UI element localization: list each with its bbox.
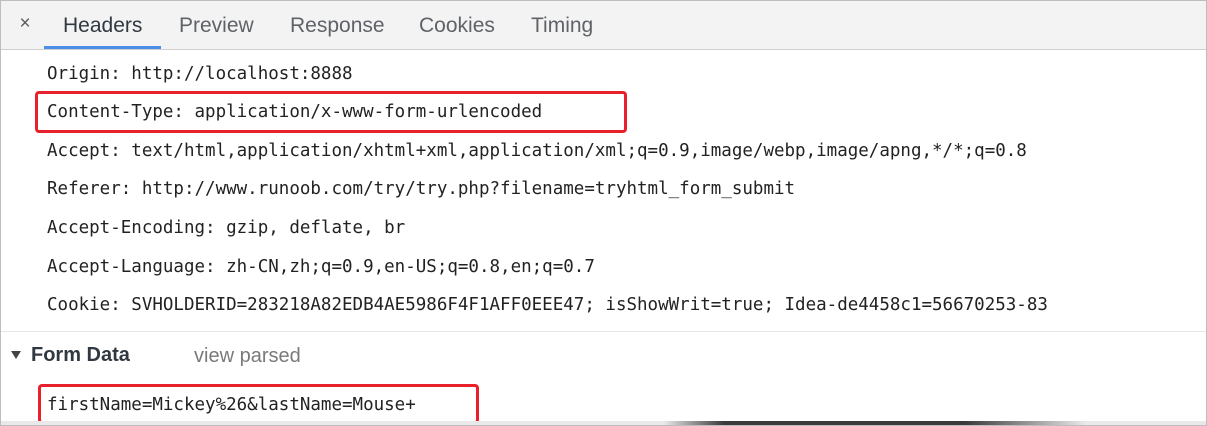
header-accept: Accept: text/html,application/xhtml+xml,…: [47, 141, 1027, 161]
tab-timing[interactable]: Timing: [531, 1, 593, 49]
background-strip: [1, 421, 1206, 425]
tab-response[interactable]: Response: [290, 1, 385, 49]
form-data-value: firstName=Mickey%26&lastName=Mouse+: [47, 395, 416, 415]
collapse-triangle-icon[interactable]: [11, 351, 21, 359]
header-referer: Referer: http://www.runoob.com/try/try.p…: [47, 179, 796, 199]
header-content-type: Content-Type: application/x-www-form-url…: [47, 102, 543, 122]
form-data-title[interactable]: Form Data: [31, 344, 130, 367]
devtools-network-panel: × Headers Preview Response Cookies Timin…: [0, 0, 1207, 426]
active-tab-indicator: [44, 46, 161, 49]
view-parsed-link[interactable]: view parsed: [194, 345, 301, 368]
tab-bar: × Headers Preview Response Cookies Timin…: [1, 1, 1206, 50]
header-accept-language: Accept-Language: zh-CN,zh;q=0.9,en-US;q=…: [47, 257, 595, 277]
tab-preview[interactable]: Preview: [179, 1, 254, 49]
header-accept-encoding: Accept-Encoding: gzip, deflate, br: [47, 218, 406, 238]
header-cookie: Cookie: SVHOLDERID=283218A82EDB4AE5986F4…: [47, 295, 1048, 315]
close-icon[interactable]: ×: [14, 11, 36, 37]
tab-headers[interactable]: Headers: [63, 1, 142, 49]
header-origin: Origin: http://localhost:8888: [47, 64, 353, 84]
tab-cookies[interactable]: Cookies: [419, 1, 495, 49]
